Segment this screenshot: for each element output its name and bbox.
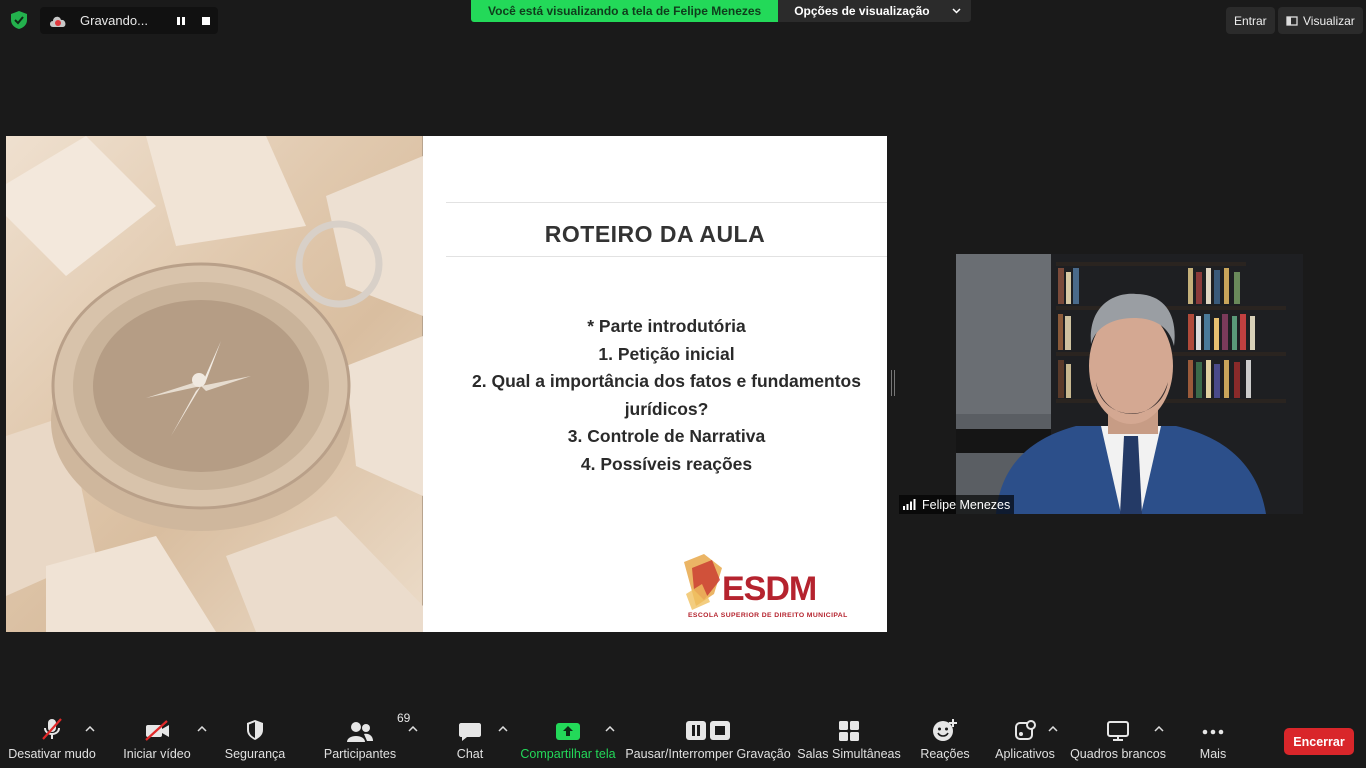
reactions-label: Reações [920, 747, 970, 761]
breakout-rooms-icon [839, 721, 859, 741]
chevron-down-icon [952, 8, 961, 14]
whiteboards-button[interactable]: Quadros brancos [1070, 712, 1166, 768]
more-label: Mais [1199, 747, 1227, 761]
video-feed-illustration [956, 254, 1303, 514]
more-dots-icon [1202, 729, 1224, 735]
participant-video[interactable] [956, 254, 1303, 514]
view-options-label: Opções de visualização [794, 4, 930, 18]
svg-text:ESDM: ESDM [722, 570, 816, 608]
chat-label: Chat [456, 747, 484, 761]
compass-image [6, 136, 423, 632]
view-options-dropdown[interactable]: Opções de visualização [778, 0, 971, 22]
apps-caret-icon[interactable] [1048, 726, 1058, 732]
recording-indicator: Gravando... [40, 7, 218, 34]
esdm-logo: ESDM ESCOLA SUPERIOR DE DIREITO MUNICIPA… [684, 554, 848, 619]
view-label: Visualizar [1303, 13, 1355, 28]
participants-button[interactable]: 69 Participantes [323, 711, 410, 768]
smiley-plus-icon [933, 719, 957, 741]
stop-recording-icon[interactable] [199, 14, 213, 28]
top-bar: Gravando... Você está visualizando a tel… [0, 0, 1366, 40]
chat-button[interactable]: Chat [452, 712, 488, 768]
more-button[interactable]: Mais [1196, 712, 1230, 768]
video-options-caret-icon[interactable] [197, 726, 207, 732]
security-button[interactable]: Segurança [224, 712, 286, 768]
slide-title: ROTEIRO DA AULA [544, 221, 766, 247]
pause-recording-icon[interactable] [174, 14, 188, 28]
agenda-item: 2. Qual a importância dos fatos e fundam… [472, 371, 861, 392]
title-top-rule [446, 202, 887, 203]
participants-icon [347, 722, 373, 742]
mute-button[interactable]: Desativar mudo [8, 712, 96, 768]
screen-share-banner: Você está visualizando a tela de Felipe … [471, 0, 971, 22]
chat-bubble-icon [459, 723, 481, 741]
agenda-item: 3. Controle de Narrativa [567, 426, 766, 447]
whiteboards-caret-icon[interactable] [1154, 726, 1164, 732]
agenda-item: * Parte introdutória [587, 316, 746, 336]
mute-label: Desativar mudo [8, 747, 96, 761]
share-screen-icon [556, 723, 580, 740]
agenda-item: 4. Possíveis reações [580, 453, 753, 474]
agenda-item: jurídicos? [624, 398, 709, 419]
security-label: Segurança [224, 747, 286, 761]
split-resize-handle[interactable] [891, 370, 895, 396]
agenda-item: 1. Petição inicial [598, 343, 735, 364]
breakout-rooms-label: Salas Simultâneas [797, 747, 901, 761]
camera-off-icon [145, 720, 169, 741]
end-meeting-button[interactable]: Encerrar [1284, 728, 1354, 755]
svg-text:ESCOLA SUPERIOR DE DIREITO MUN: ESCOLA SUPERIOR DE DIREITO MUNICIPAL [688, 612, 848, 619]
whiteboard-icon [1107, 721, 1129, 741]
cloud-recording-icon [50, 16, 66, 27]
title-bottom-rule [446, 256, 887, 257]
apps-icon [1015, 720, 1036, 740]
shared-screen: ROTEIRO DA AULA * Parte introdutória 1. … [6, 136, 887, 632]
shield-icon [247, 720, 263, 740]
pause-stop-recording-button[interactable]: Pausar/Interromper Gravação [625, 712, 791, 768]
apps-label: Aplicativos [995, 747, 1055, 761]
share-screen-button[interactable]: Compartilhar tela [520, 712, 616, 768]
breakout-rooms-button[interactable]: Salas Simultâneas [797, 712, 901, 768]
signal-strength-icon [903, 499, 916, 510]
audio-options-caret-icon[interactable] [85, 726, 95, 732]
participant-name: Felipe Menezes [922, 497, 1011, 512]
whiteboards-label: Quadros brancos [1070, 747, 1166, 761]
pause-stop-recording-label: Pausar/Interromper Gravação [625, 747, 791, 761]
chat-caret-icon[interactable] [498, 726, 508, 732]
meeting-toolbar: Desativar mudo Iniciar vídeo Segurança 6… [0, 711, 1366, 768]
view-button[interactable]: Visualizar [1278, 7, 1363, 34]
agenda-list: * Parte introdutória 1. Petição inicial … [446, 313, 887, 479]
recording-label: Gravando... [80, 13, 148, 28]
participant-name-tag: Felipe Menezes [899, 495, 1015, 514]
share-screen-label: Compartilhar tela [520, 747, 616, 761]
reactions-button[interactable]: Reações [920, 712, 970, 768]
pause-stop-icon [686, 721, 730, 740]
apps-button[interactable]: Aplicativos [995, 712, 1055, 768]
participants-label: Participantes [323, 747, 397, 761]
microphone-muted-icon [42, 718, 62, 740]
enter-label: Entrar [1234, 13, 1267, 28]
start-video-button[interactable]: Iniciar vídeo [123, 712, 191, 768]
slide-content: ROTEIRO DA AULA * Parte introdutória 1. … [424, 136, 887, 632]
participants-count: 69 [397, 711, 411, 725]
participants-caret-icon[interactable] [408, 726, 418, 732]
security-shield-icon[interactable] [8, 9, 30, 31]
enter-fullscreen-button[interactable]: Entrar [1226, 7, 1275, 34]
compass-illustration [6, 136, 423, 632]
start-video-label: Iniciar vídeo [123, 747, 191, 761]
share-caret-icon[interactable] [605, 726, 615, 732]
view-layout-icon [1286, 15, 1298, 26]
viewing-screen-text: Você está visualizando a tela de Felipe … [471, 0, 779, 22]
